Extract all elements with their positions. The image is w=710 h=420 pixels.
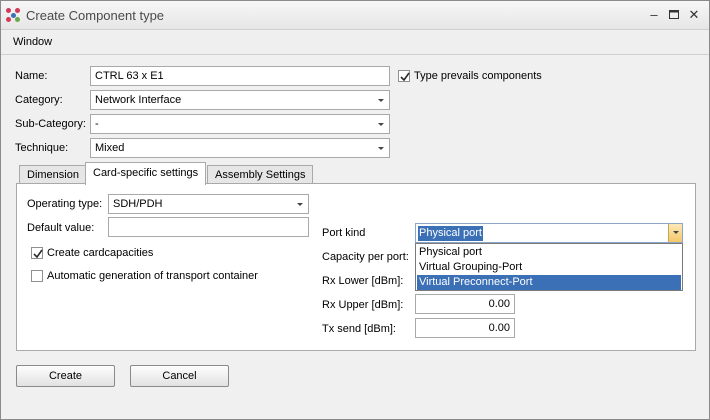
- window-title: Create Component type: [26, 8, 165, 23]
- close-icon[interactable]: ✕: [685, 6, 703, 24]
- title-bar[interactable]: Create Component type – ✕: [1, 1, 709, 30]
- tx-send-input[interactable]: 0.00: [415, 318, 515, 338]
- default-value-input[interactable]: [108, 217, 309, 237]
- create-component-type-window: Create Component type – ✕ Window Name: C…: [0, 0, 710, 420]
- port-kind-label: Port kind: [322, 227, 366, 239]
- operating-type-value: SDH/PDH: [113, 198, 163, 210]
- chevron-down-icon: [297, 203, 303, 206]
- rx-upper-input[interactable]: 0.00: [415, 294, 515, 314]
- technique-value: Mixed: [95, 142, 125, 154]
- chevron-down-icon: [378, 147, 384, 150]
- maximize-icon[interactable]: [665, 6, 683, 24]
- menu-bar: Window: [1, 31, 709, 55]
- operating-type-select[interactable]: SDH/PDH: [108, 194, 309, 214]
- rx-upper-label: Rx Upper [dBm]:: [322, 299, 404, 311]
- category-label: Category:: [15, 94, 63, 106]
- port-kind-dropdown-list: Physical port Virtual Grouping-Port Virt…: [415, 243, 683, 291]
- category-value: Network Interface: [95, 94, 182, 106]
- operating-type-label: Operating type:: [27, 198, 103, 210]
- minimize-icon[interactable]: –: [645, 6, 663, 24]
- port-kind-option-virtual-grouping[interactable]: Virtual Grouping-Port: [417, 260, 681, 275]
- category-select[interactable]: Network Interface: [90, 90, 390, 110]
- tab-dimension[interactable]: Dimension: [19, 165, 87, 184]
- port-kind-option-physical[interactable]: Physical port: [417, 245, 681, 260]
- subcategory-select[interactable]: -: [90, 114, 390, 134]
- tab-assembly-settings[interactable]: Assembly Settings: [207, 165, 314, 184]
- type-prevails-checkbox[interactable]: [398, 70, 410, 82]
- port-kind-option-virtual-preconnect[interactable]: Virtual Preconnect-Port: [417, 275, 681, 290]
- port-kind-dropdown-button[interactable]: [668, 224, 682, 242]
- port-kind-select[interactable]: Physical port: [415, 223, 683, 243]
- technique-select[interactable]: Mixed: [90, 138, 390, 158]
- chevron-down-icon: [673, 231, 679, 234]
- cancel-button[interactable]: Cancel: [130, 365, 229, 387]
- chevron-down-icon: [378, 123, 384, 126]
- port-kind-value: Physical port: [418, 226, 483, 241]
- checkmark-icon: [400, 72, 410, 82]
- tx-send-label: Tx send [dBm]:: [322, 323, 396, 335]
- checkmark-icon: [33, 249, 43, 259]
- auto-transport-checkbox[interactable]: [31, 270, 43, 282]
- auto-transport-label: Automatic generation of transport contai…: [47, 270, 258, 282]
- name-label: Name:: [15, 70, 48, 82]
- default-value-label: Default value:: [27, 222, 95, 234]
- menu-window[interactable]: Window: [13, 36, 52, 48]
- create-cardcapacities-checkbox[interactable]: [31, 247, 43, 259]
- tab-card-specific-settings[interactable]: Card-specific settings: [85, 162, 207, 185]
- app-logo-icon: [6, 8, 22, 24]
- type-prevails-label: Type prevails components: [414, 70, 542, 82]
- subcategory-label: Sub-Category:: [15, 118, 86, 130]
- name-input[interactable]: CTRL 63 x E1: [90, 66, 390, 86]
- technique-label: Technique:: [15, 142, 69, 154]
- subcategory-value: -: [95, 118, 99, 130]
- chevron-down-icon: [378, 99, 384, 102]
- capacity-per-port-label: Capacity per port:: [322, 251, 409, 263]
- rx-lower-label: Rx Lower [dBm]:: [322, 275, 404, 287]
- create-cardcapacities-label: Create cardcapacities: [47, 247, 154, 259]
- create-button[interactable]: Create: [16, 365, 115, 387]
